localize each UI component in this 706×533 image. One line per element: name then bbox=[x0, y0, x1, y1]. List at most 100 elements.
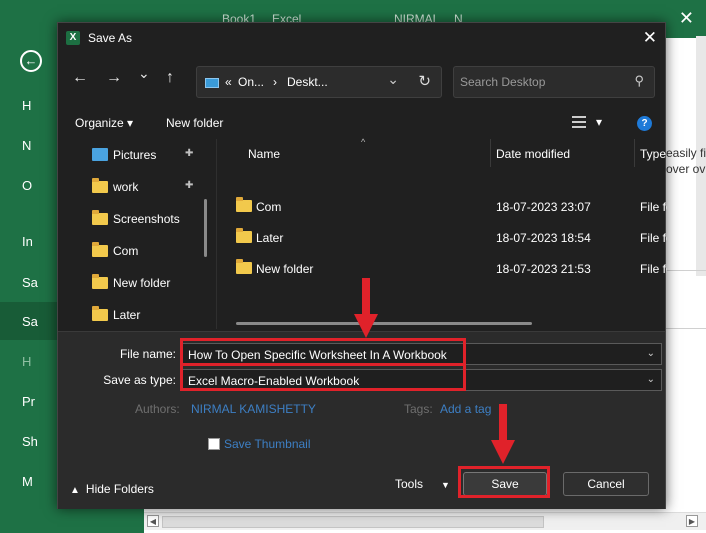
file-name-label: File name: bbox=[119, 347, 176, 361]
search-icon: ⚲ bbox=[634, 73, 644, 88]
chevron-down-icon[interactable]: ⌄ bbox=[647, 348, 655, 359]
save-thumbnail-label[interactable]: Save Thumbnail bbox=[224, 437, 311, 451]
new-folder-button[interactable]: New folder bbox=[166, 116, 223, 130]
up-icon[interactable]: ↑ bbox=[166, 69, 174, 87]
backstage-open[interactable]: O bbox=[22, 178, 32, 193]
sidebar-item-label: work bbox=[113, 180, 139, 194]
file-date: 18-07-2023 18:54 bbox=[496, 231, 591, 245]
view-dropdown-icon[interactable]: ▾ bbox=[596, 115, 602, 129]
chevron-down-icon: ▾ bbox=[127, 116, 134, 130]
close-icon[interactable]: ✕ bbox=[643, 28, 657, 48]
cancel-button[interactable]: Cancel bbox=[563, 472, 649, 496]
organize-button[interactable]: Organize ▾ bbox=[75, 116, 133, 130]
file-list-scrollbar[interactable] bbox=[236, 322, 532, 325]
organize-label: Organize bbox=[75, 116, 124, 130]
recent-locations-icon[interactable]: ⌄ bbox=[138, 65, 150, 82]
dialog-title-bar: X Save As ✕ bbox=[58, 23, 665, 53]
backstage-new[interactable]: N bbox=[22, 138, 31, 153]
help-icon[interactable]: ? bbox=[637, 116, 652, 131]
pin-icon: ✚ bbox=[185, 148, 194, 159]
excel-horizontal-scrollbar[interactable]: ◀ ▶ bbox=[144, 512, 706, 530]
sidebar-item-label: Com bbox=[113, 244, 139, 258]
back-arrow-icon[interactable]: ← bbox=[20, 50, 42, 72]
sidebar-item-work[interactable]: work ✚ bbox=[92, 176, 210, 198]
navigation-bar: ← → ⌄ ↑ « On... › Deskt... ⌄ ↻ ⚲ bbox=[58, 63, 665, 99]
backstage-home[interactable]: H bbox=[22, 98, 31, 113]
save-as-type-label: Save as type: bbox=[103, 373, 176, 387]
scroll-right-icon[interactable]: ▶ bbox=[686, 515, 698, 527]
file-name: New folder bbox=[256, 262, 314, 276]
tools-menu-button[interactable]: Tools ▼ bbox=[395, 477, 450, 491]
save-as-dialog: X Save As ✕ ← → ⌄ ↑ « On... › Deskt... ⌄… bbox=[57, 22, 667, 509]
address-bar[interactable]: « On... › Deskt... ⌄ ↻ bbox=[196, 66, 442, 98]
file-list: ^ Name Date modified Type Com 18-07-2023… bbox=[218, 137, 667, 329]
this-pc-icon bbox=[205, 78, 219, 88]
sidebar-item-pictures[interactable]: Pictures ✚ bbox=[92, 144, 210, 166]
chevron-up-icon: ▲ bbox=[70, 485, 80, 496]
address-dropdown-icon[interactable]: ⌄ bbox=[387, 71, 399, 88]
column-header-type[interactable]: Type bbox=[640, 147, 666, 161]
sidebar-item-label: Screenshots bbox=[113, 212, 180, 226]
column-separator[interactable] bbox=[634, 139, 635, 167]
highlight-save-button bbox=[458, 466, 550, 498]
search-input[interactable] bbox=[460, 73, 620, 91]
excel-icon: X bbox=[66, 31, 80, 45]
sort-ascending-icon: ^ bbox=[361, 137, 366, 147]
address-overflow[interactable]: « bbox=[225, 75, 232, 89]
file-row[interactable]: Com 18-07-2023 23:07 File folder bbox=[218, 195, 667, 219]
file-date: 18-07-2023 23:07 bbox=[496, 200, 591, 214]
excel-bg-text-2: over ov bbox=[666, 162, 706, 176]
backstage-more[interactable]: M bbox=[22, 474, 33, 489]
excel-close-icon[interactable]: ✕ bbox=[679, 8, 694, 29]
backstage-info[interactable]: In bbox=[22, 234, 33, 249]
refresh-icon[interactable]: ↻ bbox=[418, 72, 431, 90]
address-segment-onedrive[interactable]: On... bbox=[238, 75, 264, 89]
address-segment-desktop[interactable]: Deskt... bbox=[287, 75, 328, 89]
backstage-save[interactable]: Sa bbox=[22, 275, 38, 290]
authors-label: Authors: bbox=[135, 402, 180, 416]
authors-value[interactable]: NIRMAL KAMISHETTY bbox=[191, 402, 316, 416]
sidebar-item-label: Later bbox=[113, 308, 141, 322]
chevron-down-icon: ▼ bbox=[441, 480, 450, 490]
view-options-icon[interactable] bbox=[572, 116, 586, 128]
command-bar: Organize ▾ New folder ▾ ? bbox=[58, 109, 665, 137]
chevron-down-icon[interactable]: ⌄ bbox=[647, 374, 655, 385]
sidebar-item-label: Pictures bbox=[113, 148, 157, 162]
pin-icon: ✚ bbox=[185, 180, 194, 191]
backstage-save-as[interactable]: Sa bbox=[22, 314, 38, 329]
column-header-date-modified[interactable]: Date modified bbox=[496, 147, 570, 161]
navigation-pane: Pictures ✚ work ✚ Screenshots Com New fo… bbox=[58, 139, 214, 327]
file-name: Later bbox=[256, 231, 284, 245]
column-header-name[interactable]: Name bbox=[248, 147, 280, 161]
tags-label: Tags: bbox=[404, 402, 433, 416]
excel-divider bbox=[666, 270, 706, 271]
add-tag-link[interactable]: Add a tag bbox=[440, 402, 491, 416]
forward-icon[interactable]: → bbox=[106, 69, 122, 87]
backstage-share[interactable]: Sh bbox=[22, 434, 38, 449]
folder-icon bbox=[236, 259, 252, 274]
pane-divider[interactable] bbox=[216, 139, 217, 329]
scroll-thumb[interactable] bbox=[162, 516, 544, 528]
hide-folders-button[interactable]: ▲ Hide Folders bbox=[70, 482, 154, 496]
scroll-left-icon[interactable]: ◀ bbox=[147, 515, 159, 527]
file-type: File folder bbox=[640, 262, 667, 276]
back-icon[interactable]: ← bbox=[72, 69, 88, 87]
highlight-file-name bbox=[180, 338, 466, 366]
dialog-title: Save As bbox=[88, 31, 133, 45]
file-date: 18-07-2023 21:53 bbox=[496, 262, 591, 276]
sidebar-item-com[interactable]: Com bbox=[92, 240, 210, 262]
navigation-scrollbar[interactable] bbox=[204, 199, 207, 257]
file-name: Com bbox=[256, 200, 282, 214]
save-thumbnail-checkbox[interactable] bbox=[208, 438, 220, 450]
column-separator[interactable] bbox=[490, 139, 491, 167]
sidebar-item-screenshots[interactable]: Screenshots bbox=[92, 208, 210, 230]
backstage-history[interactable]: H bbox=[22, 354, 31, 369]
annotation-arrow-icon bbox=[354, 278, 378, 338]
file-row[interactable]: New folder 18-07-2023 21:53 File folder bbox=[218, 257, 667, 281]
search-box[interactable]: ⚲ bbox=[453, 66, 655, 98]
excel-divider bbox=[666, 328, 706, 329]
sidebar-item-later[interactable]: Later bbox=[92, 304, 210, 326]
sidebar-item-new-folder[interactable]: New folder bbox=[92, 272, 210, 294]
backstage-print[interactable]: Pr bbox=[22, 394, 35, 409]
file-row[interactable]: Later 18-07-2023 18:54 File folder bbox=[218, 226, 667, 250]
